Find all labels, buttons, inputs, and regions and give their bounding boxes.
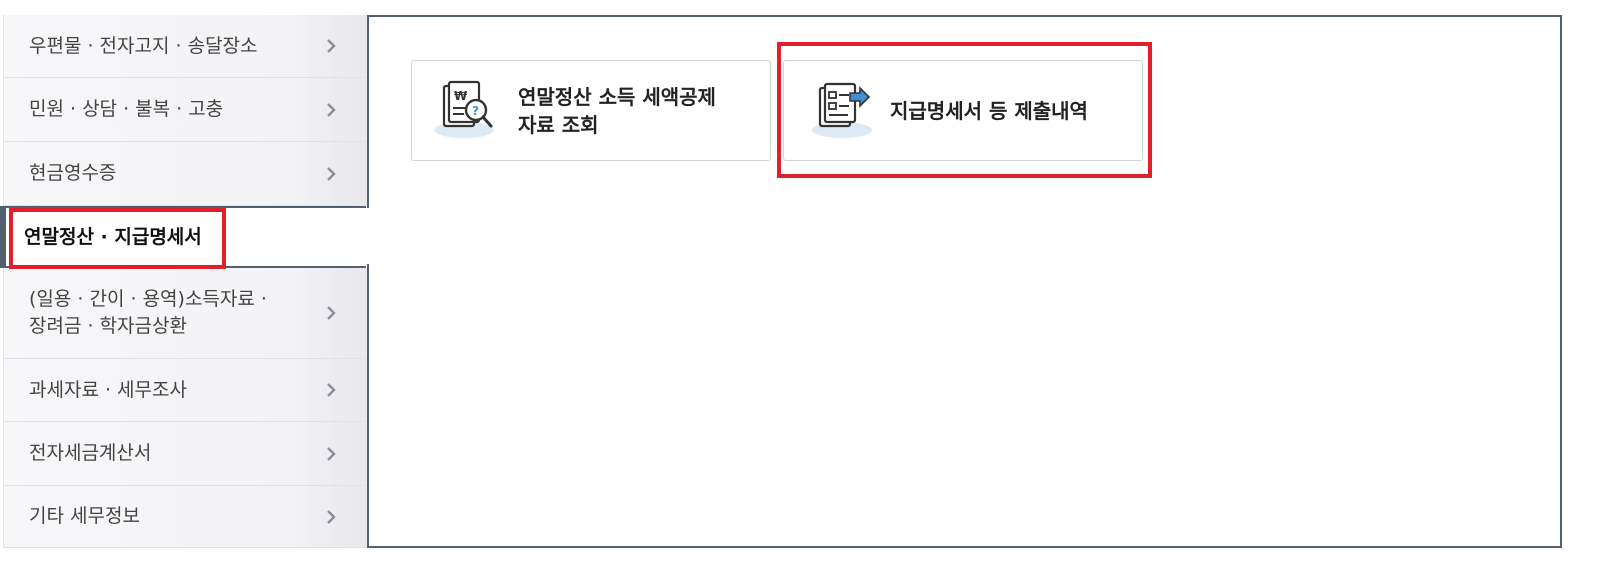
chevron-right-icon xyxy=(324,101,338,119)
chevron-right-icon xyxy=(324,445,338,463)
sidebar-item-tax-audit[interactable]: 과세자료 · 세무조사 xyxy=(4,359,368,422)
sidebar-item-income-data[interactable]: (일용 · 간이 · 용역)소득자료 · 장려금 · 학자금상환 xyxy=(4,268,368,359)
sidebar-item-year-end-settlement[interactable]: 연말정산 · 지급명세서 xyxy=(0,206,366,268)
chevron-right-icon xyxy=(324,381,338,399)
sidebar-item-label: 전자세금계산서 xyxy=(29,442,152,464)
sidebar-item-label: (일용 · 간이 · 용역)소득자료 · 장려금 · 학자금상환 xyxy=(29,288,267,337)
panel-tab-joint xyxy=(367,208,371,264)
card-label: 연말정산 소득 세액공제 자료 조회 xyxy=(518,84,716,137)
chevron-right-icon xyxy=(324,165,338,183)
document-submit-icon xyxy=(806,80,876,142)
sidebar-item-label: 민원 · 상담 · 불복 · 고충 xyxy=(29,98,224,120)
withholding-statement-submission-card[interactable]: 지급명세서 등 제출내역 xyxy=(783,60,1143,161)
sidebar-item-label: 과세자료 · 세무조사 xyxy=(29,378,187,401)
sidebar-item-cash-receipt[interactable]: 현금영수증 xyxy=(4,142,368,206)
sidebar-item-label: 기타 세무정보 xyxy=(29,505,140,527)
card-label: 지급명세서 등 제출내역 xyxy=(890,98,1088,123)
sidebar-item-e-tax-invoice[interactable]: 전자세금계산서 xyxy=(4,422,368,486)
sidebar-item-civil-complaint[interactable]: 민원 · 상담 · 불복 · 고충 xyxy=(4,78,368,142)
stage: 우편물 · 전자고지 · 송달장소 민원 · 상담 · 불복 · 고충 현금영수… xyxy=(0,0,1607,575)
sidebar-item-mail[interactable]: 우편물 · 전자고지 · 송달장소 xyxy=(4,15,368,78)
sidebar-item-label: 연말정산 · 지급명세서 xyxy=(24,225,202,248)
sidebar-menu: 우편물 · 전자고지 · 송달장소 민원 · 상담 · 불복 · 고충 현금영수… xyxy=(0,15,368,548)
chevron-right-icon xyxy=(324,508,338,526)
sidebar-item-other-tax-info[interactable]: 기타 세무정보 xyxy=(4,486,368,548)
sidebar-item-label: 우편물 · 전자고지 · 송달장소 xyxy=(29,34,258,57)
chevron-right-icon xyxy=(324,304,338,322)
chevron-right-icon xyxy=(324,37,338,55)
svg-text:?: ? xyxy=(472,104,479,118)
sidebar-item-label: 현금영수증 xyxy=(29,162,117,184)
svg-text:₩: ₩ xyxy=(454,89,468,103)
document-search-icon: ₩ ? xyxy=(434,80,504,142)
deduction-data-inquiry-card[interactable]: ₩ ? 연말정산 소득 세액공제 자료 조회 xyxy=(411,60,771,161)
